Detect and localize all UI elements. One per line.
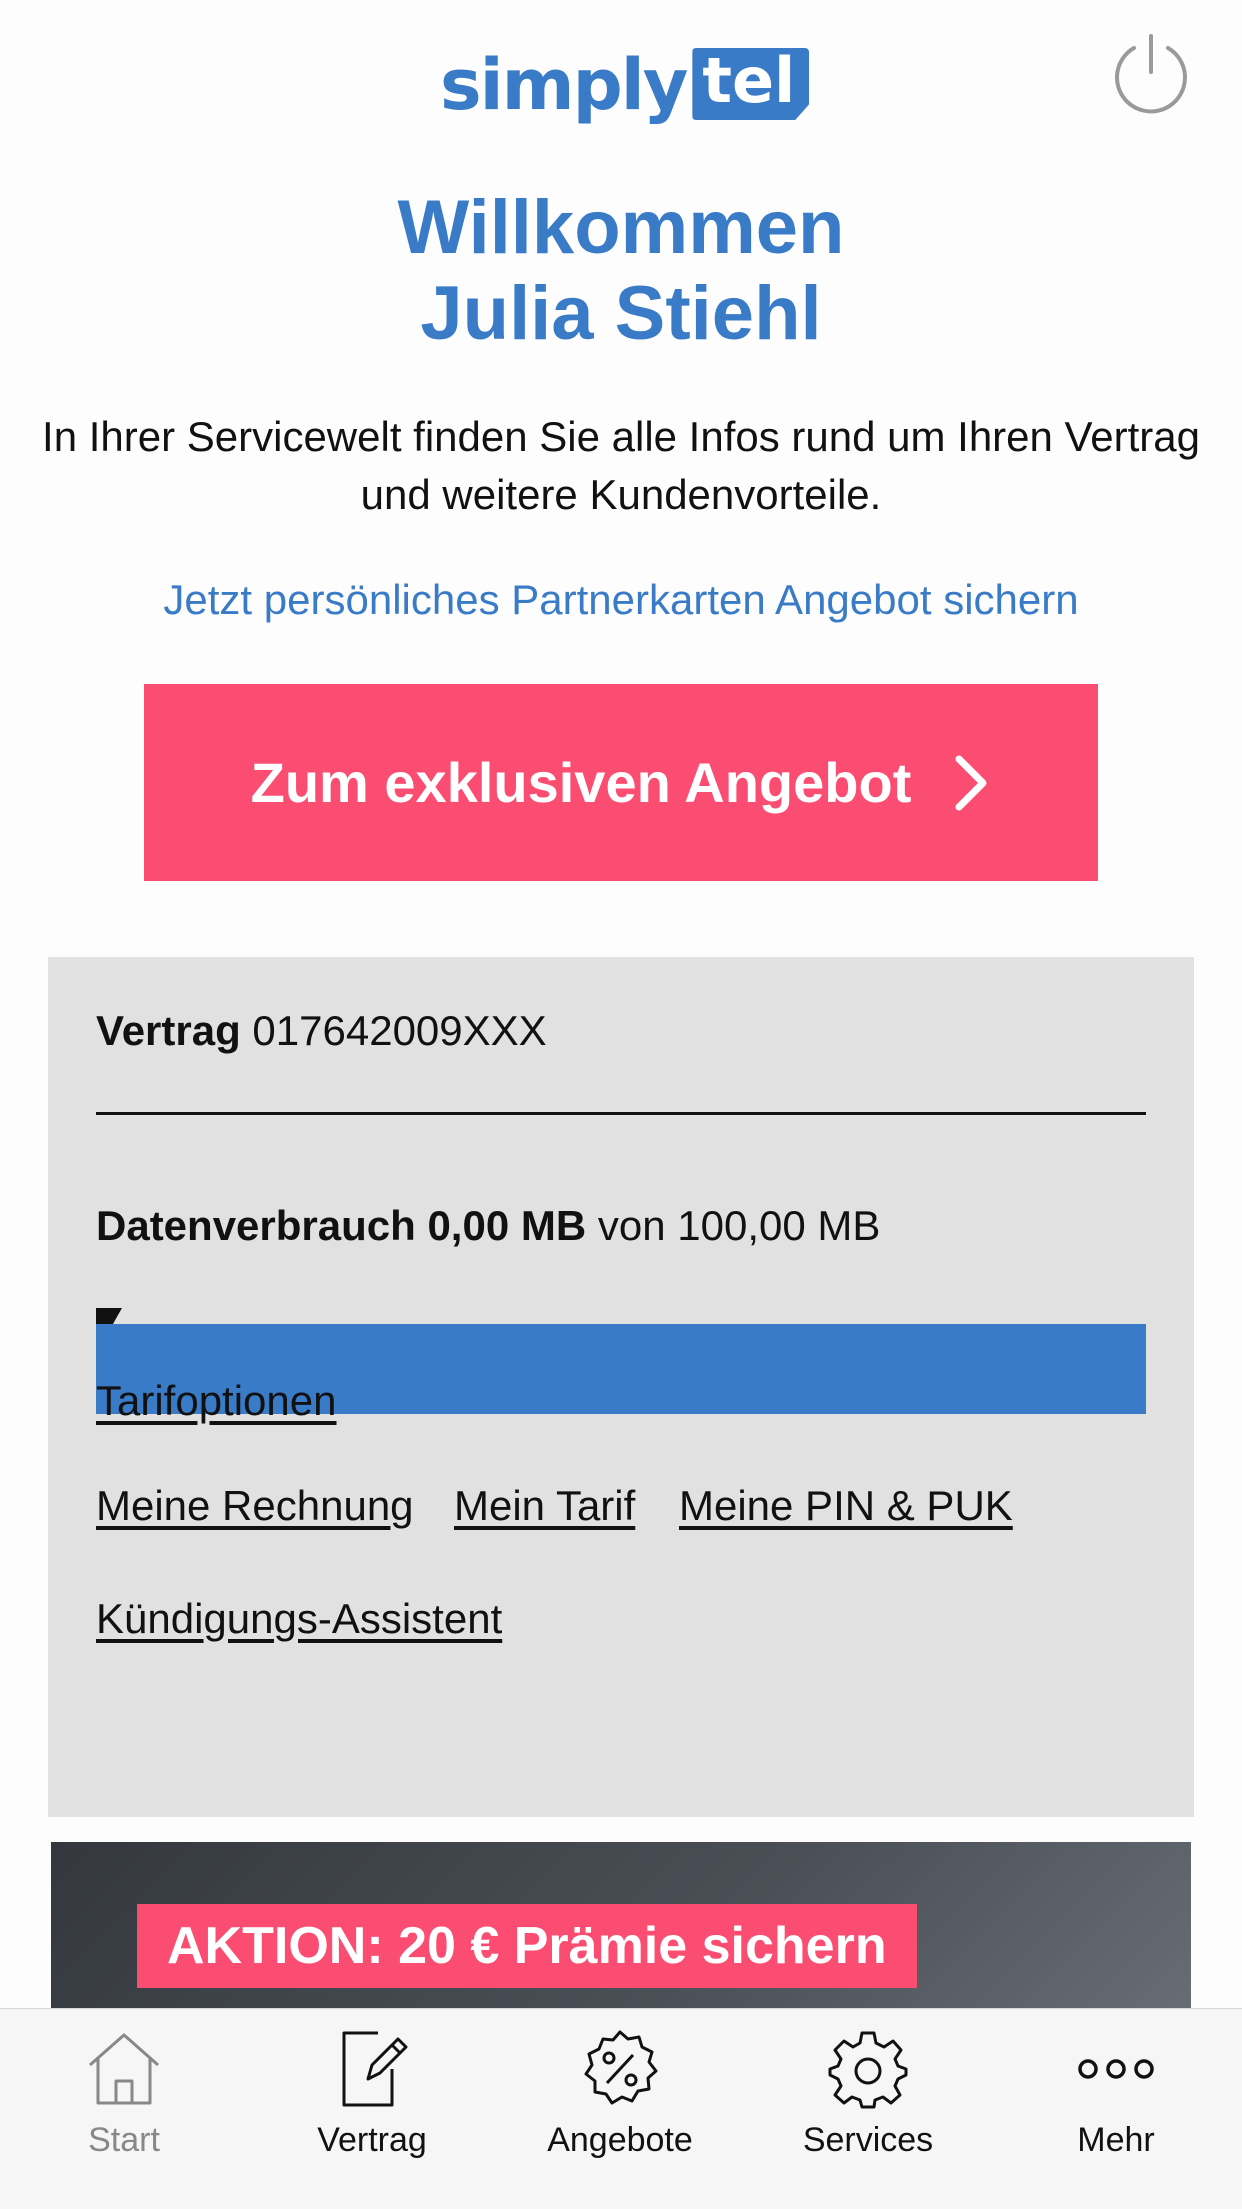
contract-header: Vertrag 017642009XXX	[96, 1007, 547, 1055]
welcome-line-greeting: Willkommen	[397, 185, 845, 270]
app-header: simply tel	[0, 0, 1242, 160]
exclusive-offer-button[interactable]: Zum exklusiven Angebot	[144, 684, 1098, 881]
divider	[96, 1112, 1146, 1115]
data-usage-label: Datenverbrauch	[96, 1202, 416, 1249]
percent-badge-icon	[584, 2030, 658, 2105]
tab-services[interactable]: Services	[744, 2009, 992, 2209]
chevron-right-icon	[955, 755, 987, 810]
tab-mehr-label: Mehr	[1077, 2121, 1155, 2159]
welcome-line-name: Julia Stiehl	[420, 271, 822, 356]
tab-start-label: Start	[88, 2121, 160, 2159]
logo-simply-text: simply	[440, 44, 688, 126]
pin-puk-link[interactable]: Meine PIN & PUK	[679, 1482, 1013, 1530]
welcome-heading: Willkommen Julia Stiehl	[0, 185, 1242, 357]
document-edit-icon	[342, 2031, 408, 2107]
tab-vertrag[interactable]: Vertrag	[248, 2009, 496, 2209]
data-usage-total: von 100,00 MB	[597, 1202, 881, 1249]
more-dots-icon	[1078, 2059, 1154, 2079]
exclusive-offer-label: Zum exklusiven Angebot	[250, 751, 912, 814]
tab-vertrag-label: Vertrag	[317, 2121, 427, 2159]
intro-text: In Ihrer Servicewelt finden Sie alle Inf…	[42, 413, 1200, 518]
tab-angebote[interactable]: Angebote	[496, 2009, 744, 2209]
contract-label: Vertrag	[96, 1007, 241, 1054]
power-icon[interactable]	[1108, 32, 1194, 118]
invoice-link[interactable]: Meine Rechnung	[96, 1482, 414, 1530]
tariff-link[interactable]: Mein Tarif	[454, 1482, 635, 1530]
contract-number: 017642009XXX	[252, 1007, 547, 1054]
tariff-options-link[interactable]: Tarifoptionen	[96, 1377, 337, 1425]
promo-banner-label: AKTION: 20 € Prämie sichern	[137, 1904, 917, 1988]
data-usage-text: Datenverbrauch 0,00 MB von 100,00 MB	[96, 1202, 880, 1250]
partner-offer-link[interactable]: Jetzt persönliches Partnerkarten Angebot…	[0, 576, 1242, 624]
simplytel-logo: simply tel	[440, 30, 810, 126]
cancellation-assistant-link[interactable]: Kündigungs-Assistent	[96, 1595, 502, 1643]
gear-icon	[828, 2031, 908, 2109]
home-icon	[89, 2033, 159, 2105]
tab-start[interactable]: Start	[0, 2009, 248, 2209]
tab-services-label: Services	[802, 2121, 934, 2159]
contract-card: Vertrag 017642009XXX Datenverbrauch 0,00…	[48, 957, 1194, 1817]
bottom-tab-bar: Start Vertrag Angebote Services Mehr	[0, 2008, 1242, 2209]
logo-tel-text: tel	[692, 48, 810, 120]
tab-mehr[interactable]: Mehr	[992, 2009, 1240, 2209]
tab-angebote-label: Angebote	[547, 2121, 693, 2159]
data-usage-value: 0,00 MB	[427, 1202, 587, 1249]
